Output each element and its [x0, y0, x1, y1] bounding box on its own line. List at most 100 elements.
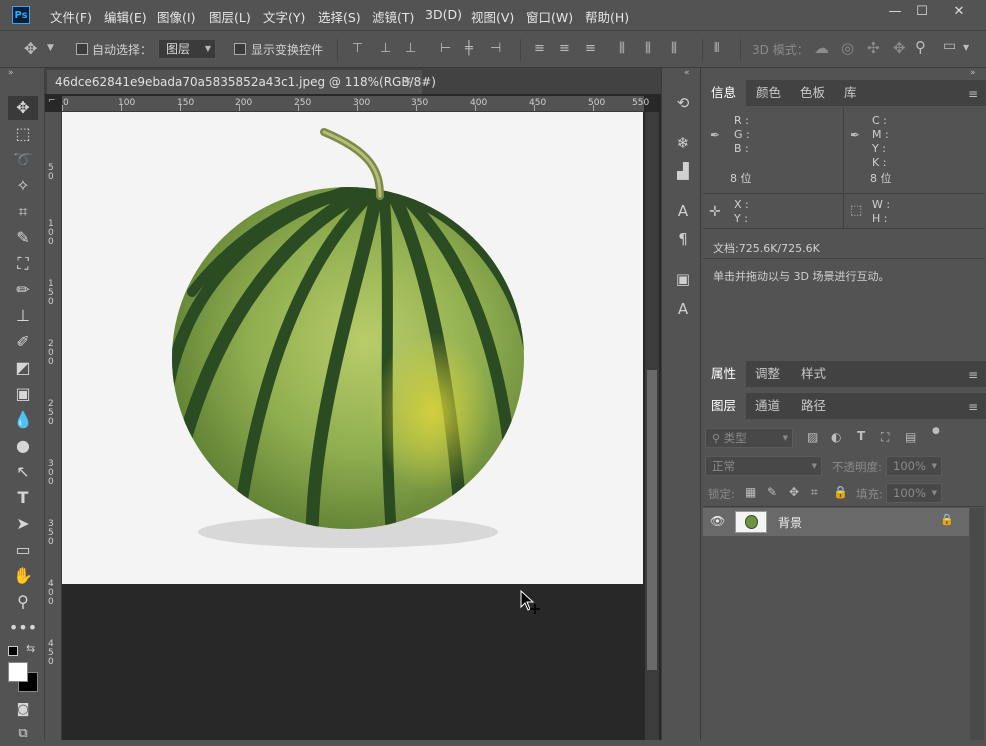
align-vcenter-icon[interactable]: ⊥: [380, 41, 391, 56]
distribute-vcenter-icon[interactable]: ≡: [559, 41, 570, 56]
lock-pixels-icon[interactable]: ✎: [767, 485, 777, 499]
menu-select[interactable]: 选择(S): [318, 7, 361, 26]
character-panel-icon[interactable]: A: [672, 200, 694, 222]
eyedropper-tool-icon[interactable]: ✎: [8, 226, 38, 250]
filter-smart-object-icon[interactable]: ▤: [905, 430, 916, 444]
tab-color[interactable]: 颜色: [746, 80, 791, 106]
filter-shape-icon[interactable]: ⛶: [881, 430, 889, 445]
default-colors-icon[interactable]: [8, 646, 18, 656]
align-hcenter-icon[interactable]: ╪: [465, 41, 473, 56]
tab-properties[interactable]: 属性: [701, 361, 747, 387]
layer-row[interactable]: 👁 背景 🔒: [703, 508, 969, 536]
gradient-tool-icon[interactable]: ▣: [8, 382, 38, 406]
filter-pixel-icon[interactable]: ▨: [807, 430, 818, 444]
filter-type-icon[interactable]: T: [857, 429, 865, 443]
pan-3d-icon[interactable]: ✣: [867, 39, 880, 57]
menu-file[interactable]: 文件(F): [50, 7, 92, 26]
distribute-right-icon[interactable]: ⫼: [671, 41, 677, 56]
move-tool-icon[interactable]: ✥: [24, 39, 37, 58]
opacity-field[interactable]: 100% ▼: [886, 456, 942, 476]
menu-image[interactable]: 图像(I): [157, 7, 195, 26]
ruler-origin-icon[interactable]: ⌐: [48, 96, 56, 106]
slide-3d-icon[interactable]: ✥: [893, 39, 906, 57]
tab-info[interactable]: 信息: [701, 80, 747, 106]
distribute-left-icon[interactable]: ⫼: [619, 41, 625, 56]
lock-transparent-icon[interactable]: ▦: [745, 485, 756, 499]
tab-channels[interactable]: 通道: [745, 393, 790, 419]
roll-3d-icon[interactable]: ◎: [841, 39, 854, 57]
crop-tool-icon[interactable]: ⌗: [8, 200, 38, 224]
eraser-tool-icon[interactable]: ◩: [8, 356, 38, 380]
close-button[interactable]: ✕: [944, 2, 974, 22]
chevron-down-icon[interactable]: ▼: [47, 43, 54, 53]
panel-menu-icon[interactable]: ≡: [968, 400, 978, 414]
paragraph-panel-icon[interactable]: ¶: [672, 228, 694, 250]
history-panel-icon[interactable]: ⟲: [672, 92, 694, 114]
dodge-tool-icon[interactable]: ●: [8, 434, 38, 458]
distribute-top-icon[interactable]: ≡: [534, 41, 545, 56]
type-tool-icon[interactable]: T: [8, 486, 38, 510]
menu-3d[interactable]: 3D(D): [425, 7, 462, 22]
scrollbar-thumb[interactable]: [647, 370, 657, 670]
brush-tool-icon[interactable]: ✏: [8, 278, 38, 302]
paragraph-styles-icon[interactable]: A: [672, 298, 694, 320]
blur-tool-icon[interactable]: 💧: [8, 408, 38, 432]
foreground-color-swatch[interactable]: [8, 662, 28, 682]
swap-colors-icon[interactable]: ⇆: [26, 642, 35, 655]
lock-position-icon[interactable]: ✥: [789, 485, 799, 499]
show-transform-checkbox[interactable]: [234, 43, 246, 55]
menu-view[interactable]: 视图(V): [471, 7, 514, 26]
align-left-icon[interactable]: ⊢: [440, 41, 451, 56]
patch-tool-icon[interactable]: ⛶: [8, 252, 38, 276]
magic-wand-icon[interactable]: ✧: [8, 174, 38, 198]
restore-button[interactable]: ☐: [907, 2, 937, 22]
close-tab-icon[interactable]: ✕: [404, 70, 412, 94]
tab-styles[interactable]: 样式: [791, 361, 836, 387]
character-styles-icon[interactable]: ▣: [672, 268, 694, 290]
filter-toggle-icon[interactable]: ●: [932, 426, 940, 436]
layer-filter-dropdown[interactable]: ⚲ 类型 ▼: [705, 428, 793, 448]
auto-align-icon[interactable]: ⫴: [714, 41, 719, 56]
more-tools-icon[interactable]: •••: [8, 616, 38, 640]
document-tab[interactable]: 46dce62841e9ebada70a5835852a43c1.jpeg @ …: [47, 70, 436, 94]
panel-menu-icon[interactable]: ≡: [968, 87, 978, 101]
canvas[interactable]: [62, 112, 643, 584]
menu-window[interactable]: 窗口(W): [526, 7, 573, 26]
rectangle-tool-icon[interactable]: ▭: [8, 538, 38, 562]
histogram-panel-icon[interactable]: ▟: [672, 160, 694, 182]
chevron-down-icon[interactable]: ▼: [963, 43, 969, 52]
orbit-3d-icon[interactable]: ☁: [814, 39, 829, 57]
path-select-icon[interactable]: ↖: [8, 460, 38, 484]
menu-type[interactable]: 文字(Y): [263, 7, 305, 26]
search-icon[interactable]: ⚲: [915, 38, 926, 56]
marquee-tool-icon[interactable]: ⬚: [8, 122, 38, 146]
direct-select-icon[interactable]: ➤: [8, 512, 38, 536]
distribute-bottom-icon[interactable]: ≡: [585, 41, 596, 56]
lasso-tool-icon[interactable]: ➰: [8, 148, 38, 172]
stamp-tool-icon[interactable]: ⊥: [8, 304, 38, 328]
tab-adjustments[interactable]: 调整: [745, 361, 790, 387]
visibility-eye-icon[interactable]: 👁: [710, 514, 725, 528]
tab-paths[interactable]: 路径: [791, 393, 836, 419]
distribute-hcenter-icon[interactable]: ⫼: [645, 41, 651, 56]
menu-edit[interactable]: 编辑(E): [104, 7, 147, 26]
blend-mode-dropdown[interactable]: 正常 ▼: [705, 456, 822, 476]
minimize-button[interactable]: —: [880, 2, 910, 22]
tab-swatches[interactable]: 色板: [790, 80, 835, 106]
panel-menu-icon[interactable]: ≡: [968, 368, 978, 382]
quick-mask-icon[interactable]: ◙: [8, 698, 38, 722]
align-right-icon[interactable]: ⊣: [490, 41, 501, 56]
align-top-icon[interactable]: ⊤: [352, 41, 363, 56]
menu-help[interactable]: 帮助(H): [585, 7, 629, 26]
collapse-icon[interactable]: »: [8, 68, 14, 78]
tab-libraries[interactable]: 库: [834, 80, 867, 106]
hand-tool-icon[interactable]: ✋: [8, 564, 38, 588]
tab-layers[interactable]: 图层: [701, 393, 747, 419]
screen-mode-icon[interactable]: ⧉: [8, 722, 38, 746]
zoom-tool-icon[interactable]: ⚲: [8, 590, 38, 614]
navigator-panel-icon[interactable]: ❄: [672, 132, 694, 154]
history-brush-icon[interactable]: ✐: [8, 330, 38, 354]
collapse-icon[interactable]: »: [970, 68, 976, 78]
menu-layer[interactable]: 图层(L): [209, 7, 251, 26]
workspace-icon[interactable]: ▭: [943, 38, 956, 54]
